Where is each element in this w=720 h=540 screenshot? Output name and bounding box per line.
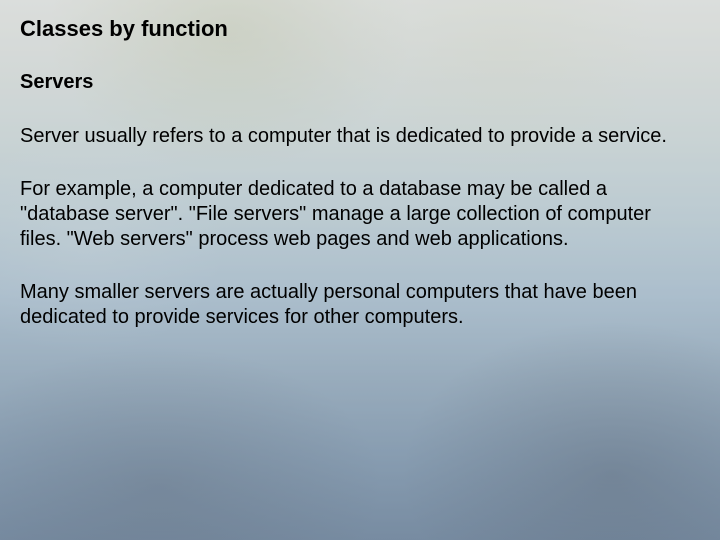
paragraph-2: For example, a computer dedicated to a d…: [20, 177, 680, 252]
slide: Classes by function Servers Server usual…: [0, 0, 720, 540]
slide-content: Classes by function Servers Server usual…: [20, 16, 700, 330]
slide-title: Classes by function: [20, 16, 700, 42]
slide-subheading: Servers: [20, 70, 700, 94]
paragraph-3: Many smaller servers are actually person…: [20, 280, 680, 330]
paragraph-1: Server usually refers to a computer that…: [20, 124, 680, 149]
